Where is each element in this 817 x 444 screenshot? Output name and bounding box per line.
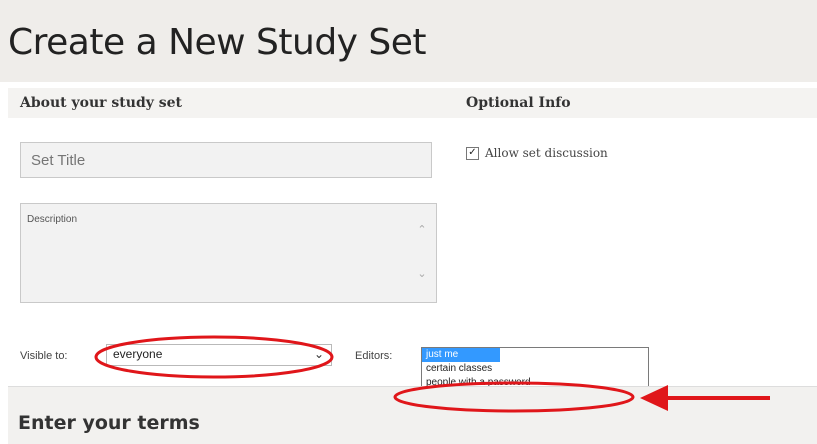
about-heading: About your study set: [20, 95, 182, 111]
description-textarea[interactable]: Description ⌃ ⌄: [20, 203, 437, 303]
chevron-down-icon[interactable]: ⌄: [313, 347, 325, 361]
allow-discussion-option[interactable]: ✓ Allow set discussion: [466, 146, 608, 160]
optional-info-heading: Optional Info: [466, 95, 571, 111]
allow-discussion-label: Allow set discussion: [485, 146, 608, 160]
scroll-up-icon[interactable]: ⌃: [416, 224, 428, 236]
page-title: Create a New Study Set: [8, 22, 427, 63]
visible-to-select[interactable]: everyone: [106, 344, 332, 366]
visible-to-value: everyone: [113, 347, 163, 361]
allow-discussion-checkbox[interactable]: ✓: [466, 146, 479, 160]
visible-to-label: Visible to:: [20, 350, 68, 362]
description-placeholder: Description: [27, 214, 78, 225]
set-title-input[interactable]: [20, 142, 432, 178]
scroll-down-icon[interactable]: ⌄: [416, 268, 428, 280]
terms-heading: Enter your terms: [18, 412, 200, 434]
editors-option-certain-classes[interactable]: certain classes: [422, 362, 648, 376]
editors-label: Editors:: [355, 350, 393, 362]
editors-option-just-me[interactable]: just me: [422, 348, 500, 362]
